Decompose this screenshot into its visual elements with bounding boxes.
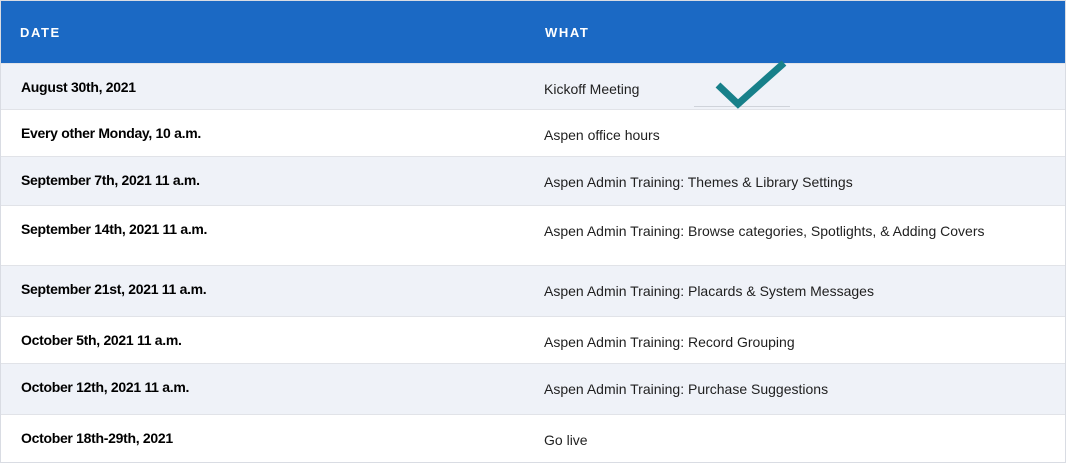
schedule-table: DATE WHAT August 30th, 2021 Kickoff Meet…: [0, 0, 1066, 463]
row-date: October 18th-29th, 2021: [21, 430, 173, 446]
table-row: Every other Monday, 10 a.m. Aspen office…: [1, 109, 1065, 156]
column-header-date: DATE: [20, 24, 61, 40]
row-date: Every other Monday, 10 a.m.: [21, 125, 201, 141]
row-date: August 30th, 2021: [21, 79, 136, 95]
row-date: September 7th, 2021 11 a.m.: [21, 172, 200, 188]
table-header: DATE WHAT: [1, 1, 1065, 63]
row-what: Aspen Admin Training: Themes & Library S…: [544, 174, 853, 190]
table-row: September 7th, 2021 11 a.m. Aspen Admin …: [1, 156, 1065, 205]
table-row: September 14th, 2021 11 a.m. Aspen Admin…: [1, 205, 1065, 265]
table-row: September 21st, 2021 11 a.m. Aspen Admin…: [1, 265, 1065, 316]
row-what: Aspen Admin Training: Record Grouping: [544, 334, 795, 350]
row-date: October 5th, 2021 11 a.m.: [21, 332, 182, 348]
column-header-what: WHAT: [545, 24, 590, 40]
table-row: October 12th, 2021 11 a.m. Aspen Admin T…: [1, 363, 1065, 414]
checkmark-icon: [715, 60, 787, 109]
row-what: Aspen office hours: [544, 127, 660, 143]
row-what: Aspen Admin Training: Placards & System …: [544, 283, 874, 299]
row-what: Aspen Admin Training: Purchase Suggestio…: [544, 381, 829, 397]
row-date: September 21st, 2021 11 a.m.: [21, 281, 207, 297]
table-row: August 30th, 2021 Kickoff Meeting: [1, 63, 1065, 109]
table-row: October 18th-29th, 2021 Go live: [1, 414, 1065, 462]
row-what: Aspen Admin Training: Browse categories,…: [544, 223, 985, 239]
row-date: October 12th, 2021 11 a.m.: [21, 379, 190, 395]
table-row: October 5th, 2021 11 a.m. Aspen Admin Tr…: [1, 316, 1065, 363]
row-date: September 14th, 2021 11 a.m.: [21, 221, 208, 237]
row-what: Go live: [544, 432, 588, 448]
